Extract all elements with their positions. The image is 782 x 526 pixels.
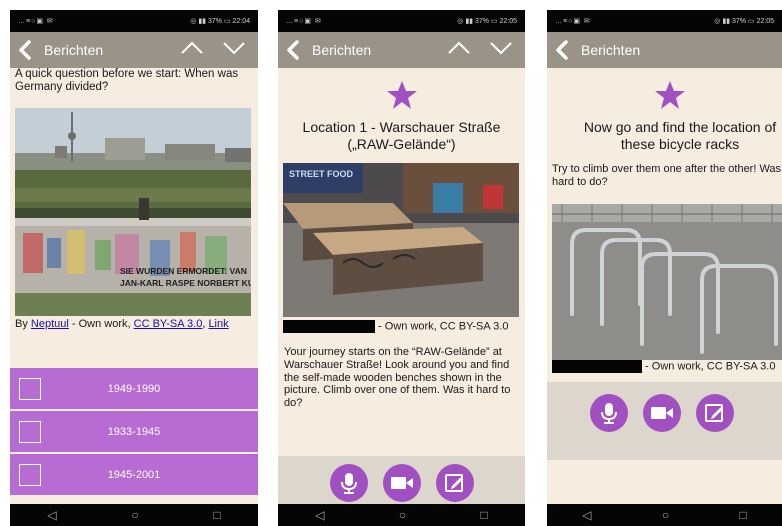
status-left: …≡○▣ ✉	[286, 18, 322, 25]
status-bar: …≡○▣ ✉ ◎ ▮▮ 37% ▭ 22:05	[547, 10, 782, 32]
question-text: A quick question before we start: When w…	[15, 68, 239, 93]
system-nav-bar: ◁ ○ □	[278, 504, 525, 526]
nav-home-icon[interactable]: ○	[662, 508, 669, 522]
video-camera-icon	[650, 407, 673, 419]
back-arrow-icon[interactable]	[18, 38, 36, 62]
nav-back-icon[interactable]: ◁	[315, 508, 324, 522]
author-link[interactable]: Neptuul	[31, 318, 69, 330]
nav-recents-icon[interactable]: □	[740, 508, 747, 522]
app-bar: Berichten	[278, 32, 525, 68]
location-description: Your journey starts on the “RAW-Gelände”…	[284, 346, 511, 410]
nav-back-icon[interactable]: ◁	[582, 508, 591, 522]
star-icon	[654, 80, 686, 115]
answer-label: 1945-2001	[107, 468, 161, 481]
answer-option[interactable]: 1945-2001	[10, 454, 258, 495]
license-link[interactable]: CC BY-SA 3.0	[134, 318, 203, 330]
system-nav-bar: ◁ ○ □	[10, 504, 258, 526]
chevron-up-icon[interactable]	[447, 41, 471, 60]
status-right: ◎ ▮▮ 37% ▭ 22:05	[714, 18, 774, 25]
chevron-down-icon[interactable]	[489, 41, 513, 60]
nav-back-icon[interactable]: ◁	[47, 508, 56, 522]
image-credit: By Neptuul - Own work, CC BY-SA 3.0, Lin…	[15, 318, 229, 330]
chevron-up-icon[interactable]	[180, 41, 204, 60]
video-camera-icon	[390, 477, 413, 489]
nav-home-icon[interactable]: ○	[131, 508, 138, 522]
task-content: Now go and find the location of these bi…	[547, 68, 782, 504]
answer-checkbox[interactable]	[19, 463, 41, 486]
record-video-button[interactable]	[382, 464, 421, 502]
edit-icon	[704, 404, 723, 422]
answer-options: 1949-1990 1933-1945 1945-2001	[10, 368, 258, 497]
chevron-down-icon[interactable]	[222, 41, 246, 60]
task-description: Try to climb over them one after the oth…	[552, 163, 782, 188]
quiz-content: A quick question before we start: When w…	[10, 68, 258, 504]
app-bar: Berichten	[10, 32, 258, 68]
street-food-sign: STREET FOOD	[289, 169, 354, 179]
answer-checkbox[interactable]	[19, 377, 41, 400]
status-left: …≡○▣ ✉	[555, 18, 591, 25]
bicycle-racks-photo	[552, 204, 782, 360]
app-bar: Berichten	[547, 32, 782, 68]
record-audio-button[interactable]	[589, 394, 628, 432]
berlin-wall-photo: SIE WURDEN ERMORDET: VAN JAN-KARL RASPE …	[15, 108, 251, 316]
image-credit: - Own work, CC BY-SA 3.0	[552, 360, 775, 373]
phone-screen-quiz: …≡○▣ ✉ ◎ ▮▮ 37% ▭ 22:04 Berichten A quic…	[10, 10, 258, 526]
write-note-button[interactable]	[435, 464, 474, 502]
record-audio-button[interactable]	[329, 464, 368, 502]
graffiti-text: JAN-KARL RASPE NORBERT KU	[120, 278, 251, 288]
nav-recents-icon[interactable]: □	[481, 508, 488, 522]
record-video-button[interactable]	[642, 394, 681, 432]
app-bar-title: Berichten	[312, 42, 372, 58]
answer-checkbox[interactable]	[19, 420, 41, 443]
app-bar-title: Berichten	[44, 42, 104, 58]
phone-screen-location-1: …≡○▣ ✉ ◎ ▮▮ 37% ▭ 22:05 Berichten Locati…	[278, 10, 525, 526]
task-title: Now go and find the location of these bi…	[583, 119, 777, 152]
redacted-author	[283, 320, 375, 333]
system-nav-bar: ◁ ○ □	[547, 504, 782, 526]
star-icon	[386, 80, 418, 115]
microphone-icon	[340, 473, 357, 494]
status-bar: …≡○▣ ✉ ◎ ▮▮ 37% ▭ 22:05	[278, 10, 525, 32]
status-right: ◎ ▮▮ 37% ▭ 22:04	[190, 18, 250, 25]
back-arrow-icon[interactable]	[555, 38, 573, 62]
back-arrow-icon[interactable]	[286, 38, 304, 62]
location-content: Location 1 - Warschauer Straße („RAW-Gel…	[278, 68, 525, 504]
write-note-button[interactable]	[695, 394, 734, 432]
source-link[interactable]: Link	[208, 318, 228, 330]
action-buttons	[547, 394, 782, 432]
nav-home-icon[interactable]: ○	[399, 508, 406, 522]
app-bar-title: Berichten	[581, 42, 641, 58]
wooden-benches-photo: STREET FOOD	[283, 163, 519, 317]
microphone-icon	[600, 403, 617, 424]
graffiti-text: SIE WURDEN ERMORDET: VAN	[120, 266, 247, 276]
edit-icon	[444, 474, 463, 492]
status-left: …≡○▣ ✉	[18, 18, 54, 25]
location-title: Location 1 - Warschauer Straße („RAW-Gel…	[302, 119, 501, 152]
answer-label: 1949-1990	[107, 382, 161, 395]
redacted-author	[552, 360, 642, 373]
image-credit: - Own work, CC BY-SA 3.0	[283, 320, 508, 333]
status-right: ◎ ▮▮ 37% ▭ 22:05	[457, 18, 517, 25]
nav-recents-icon[interactable]: □	[213, 508, 220, 522]
phone-screen-bicycle-racks: …≡○▣ ✉ ◎ ▮▮ 37% ▭ 22:05 Berichten Now go…	[547, 10, 782, 526]
status-bar: …≡○▣ ✉ ◎ ▮▮ 37% ▭ 22:04	[10, 10, 258, 32]
answer-label: 1933-1945	[107, 425, 161, 438]
answer-option[interactable]: 1949-1990	[10, 368, 258, 409]
answer-option[interactable]: 1933-1945	[10, 411, 258, 452]
action-buttons	[278, 464, 525, 502]
